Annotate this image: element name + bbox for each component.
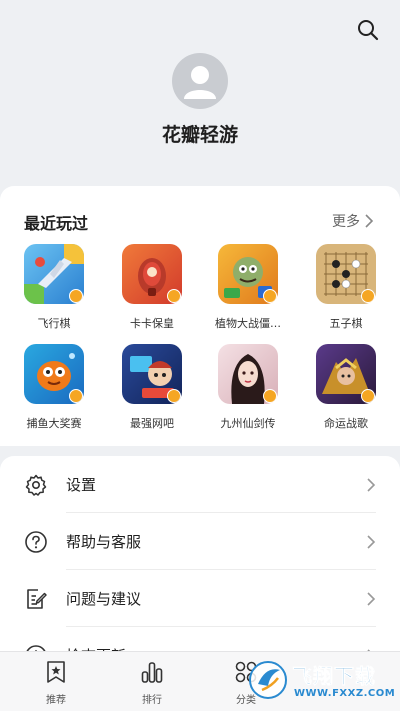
game-item[interactable]: 最强网吧 xyxy=(112,344,192,431)
game-item[interactable]: 植物大战僵… xyxy=(208,244,288,331)
game-item[interactable]: 命运战歌 xyxy=(306,344,386,431)
profile-header: 花瓣轻游 xyxy=(0,0,400,200)
game-icon-gomoku xyxy=(316,244,376,304)
recommend-icon xyxy=(47,661,65,683)
search-button[interactable] xyxy=(354,16,382,44)
nav-label: 排行 xyxy=(142,695,162,706)
default-avatar-icon xyxy=(184,66,216,99)
game-item[interactable]: 卡卡保皇 xyxy=(112,244,192,331)
chevron-right-icon xyxy=(367,591,376,606)
site-watermark: 飞翔下载 WWW.FXXZ.COM xyxy=(248,656,396,706)
nav-item-ranking[interactable]: 排行 xyxy=(120,660,184,706)
menu-label: 问题与建议 xyxy=(66,590,142,608)
game-icon-kaka xyxy=(122,244,182,304)
menu-label: 设置 xyxy=(66,476,97,494)
gear-icon xyxy=(25,474,47,496)
game-name: 飞行棋 xyxy=(37,317,71,330)
game-icon-jiuzhou xyxy=(218,344,278,404)
ranking-icon xyxy=(141,662,163,683)
recently-played-title: 最近玩过 xyxy=(24,214,89,233)
recently-played-section: 最近玩过 更多 飞行棋 卡卡保皇 植物大战僵… 五子棋 捕鱼大奖赛 最强网吧 九… xyxy=(0,186,400,446)
help-icon xyxy=(25,530,47,553)
menu-item-help[interactable]: 帮助与客服 xyxy=(24,513,376,570)
menu-item-feedback[interactable]: 问题与建议 xyxy=(24,570,376,627)
more-link[interactable]: 更多 xyxy=(332,211,374,231)
settings-menu: 设置 帮助与客服 问题与建议 xyxy=(0,456,400,656)
chevron-right-icon xyxy=(367,534,376,549)
more-label: 更多 xyxy=(332,214,360,230)
profile-name[interactable]: 花瓣轻游 xyxy=(0,120,400,147)
avatar[interactable] xyxy=(172,53,228,109)
game-name: 捕鱼大奖赛 xyxy=(26,417,82,430)
game-name: 九州仙剑传 xyxy=(220,417,276,430)
chevron-right-icon xyxy=(367,477,376,492)
nav-label: 推荐 xyxy=(46,695,66,706)
watermark-text: 飞翔下载 xyxy=(292,664,376,689)
game-name: 植物大战僵… xyxy=(215,317,281,330)
game-name: 五子棋 xyxy=(329,317,363,330)
menu-item-settings[interactable]: 设置 xyxy=(24,456,376,513)
game-name: 卡卡保皇 xyxy=(130,317,174,330)
chevron-right-icon xyxy=(365,214,374,228)
menu-label: 帮助与客服 xyxy=(66,533,142,551)
game-icon-netcafe xyxy=(122,344,182,404)
game-name: 命运战歌 xyxy=(324,417,368,430)
game-icon-fishing xyxy=(24,344,84,404)
feedback-icon xyxy=(27,588,47,609)
game-icon-ludo xyxy=(24,244,84,304)
game-item[interactable]: 九州仙剑传 xyxy=(208,344,288,431)
game-item[interactable]: 捕鱼大奖赛 xyxy=(14,344,94,431)
search-icon xyxy=(358,20,379,41)
game-icon-fate xyxy=(316,344,376,404)
game-icon-pvz xyxy=(218,244,278,304)
game-item[interactable]: 五子棋 xyxy=(306,244,386,331)
nav-item-recommend[interactable]: 推荐 xyxy=(24,660,88,706)
game-name: 最强网吧 xyxy=(130,417,174,430)
watermark-url: WWW.FXXZ.COM xyxy=(294,688,396,699)
game-item[interactable]: 飞行棋 xyxy=(14,244,94,331)
